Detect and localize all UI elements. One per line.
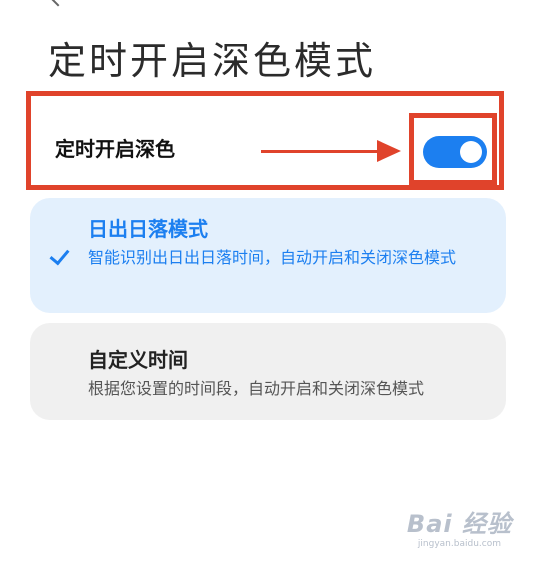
scheduled-dark-mode-row[interactable]: 定时开启深色 — [26, 91, 504, 190]
dark-mode-schedule-screen: 定时开启深色模式 定时开启深色 日出日落模式 智能识别出日出日落时间，自动开启和… — [0, 0, 534, 566]
option-description: 根据您设置的时间段，自动开启和关闭深色模式 — [88, 379, 425, 398]
annotation-arrow-icon — [377, 140, 401, 162]
scheduled-dark-mode-toggle[interactable] — [423, 136, 487, 168]
watermark-url: jingyan.baidu.com — [417, 539, 501, 549]
page-title: 定时开启深色模式 — [48, 39, 377, 83]
option-title: 日出日落模式 — [88, 217, 208, 241]
option-sunrise-sunset[interactable]: 日出日落模式 智能识别出日出日落时间，自动开启和关闭深色模式 — [30, 198, 506, 313]
annotation-arrow-line — [261, 150, 381, 153]
toggle-knob — [460, 141, 482, 163]
option-title: 自定义时间 — [88, 348, 188, 372]
check-icon — [49, 244, 70, 266]
back-arrow-icon[interactable] — [49, 0, 67, 7]
baidu-jingyan-watermark: Bai 经验 jingyan.baidu.com — [407, 510, 512, 550]
option-description: 智能识别出日出日落时间，自动开启和关闭深色模式 — [88, 248, 457, 267]
watermark-logo: Bai 经验 — [406, 510, 512, 538]
scheduled-dark-mode-label: 定时开启深色 — [55, 137, 175, 161]
option-custom-time[interactable]: 自定义时间 根据您设置的时间段，自动开启和关闭深色模式 — [30, 323, 506, 420]
